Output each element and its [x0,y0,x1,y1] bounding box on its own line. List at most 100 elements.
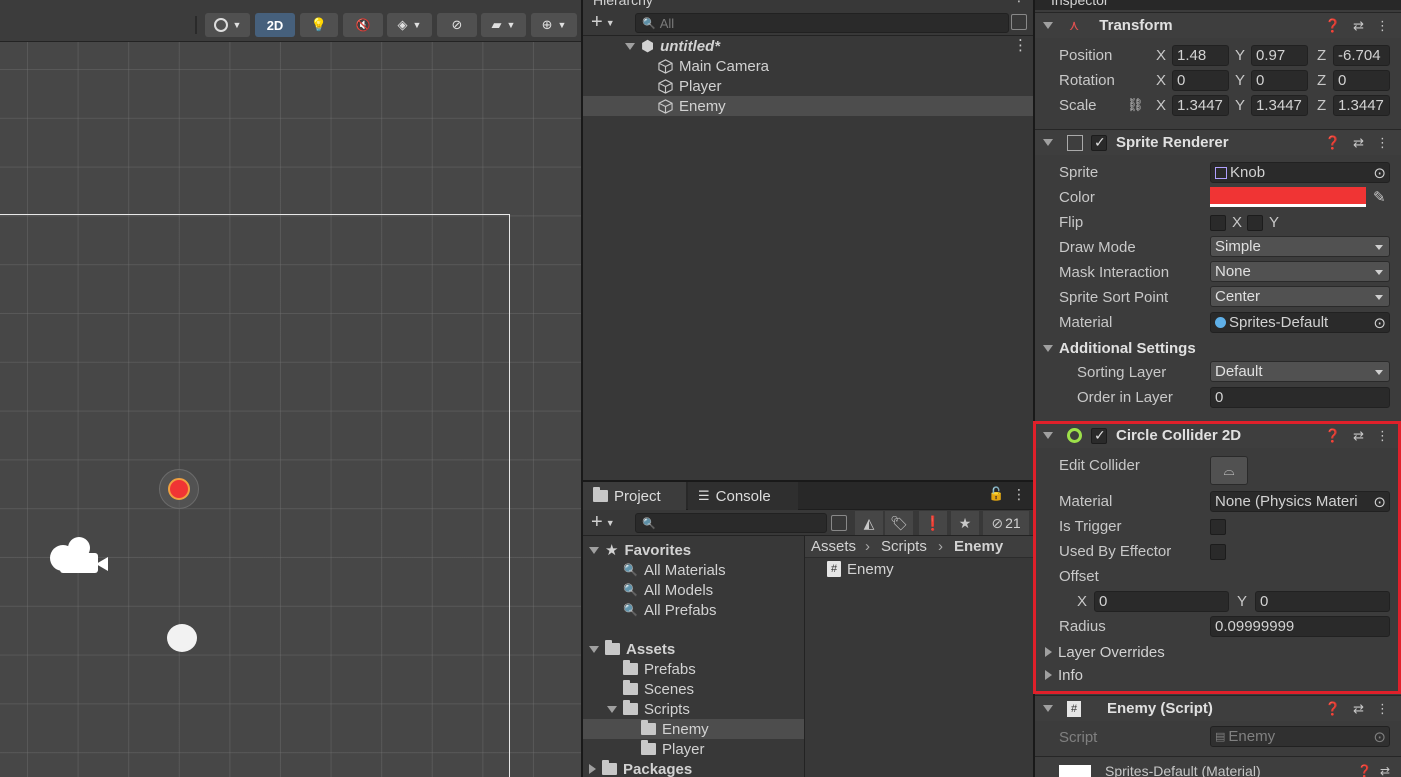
search-options-icon[interactable] [1011,14,1027,30]
create-asset-button[interactable]: + ▼ [591,511,615,534]
add-object-button[interactable]: + ▼ [591,11,615,34]
kebab-menu-icon[interactable]: ⋮ [1012,0,1026,5]
kebab-menu-icon[interactable]: ⋮ [1376,135,1389,151]
breadcrumb-scripts[interactable]: Scripts [881,538,927,555]
camera-settings-button[interactable]: ▰ ▼ [481,13,526,37]
scale-y-field[interactable]: 1.3447 [1251,95,1308,116]
transform-header[interactable]: ⋏ Transform ❓ ⇄ ⋮ [1035,12,1401,38]
axis-z-label: Z [1317,72,1327,89]
lighting-toggle[interactable]: 💡 [300,13,338,37]
sorting-layer-dropdown[interactable]: Default [1210,361,1390,382]
help-icon[interactable]: ❓ [1357,764,1372,777]
tree-divider[interactable] [804,536,805,777]
favorite-all-models[interactable]: 🔍 All Models [623,580,713,600]
rotation-z-field[interactable]: 0 [1333,70,1390,91]
tab-project[interactable]: Project [583,482,686,510]
script-label: Script [1059,729,1098,746]
hidden-packages-button[interactable]: ⊘ 21 [983,511,1029,535]
tab-console[interactable]: ☰ Console [688,482,798,510]
scale-x-field[interactable]: 1.3447 [1172,95,1229,116]
color-swatch[interactable] [1210,187,1366,207]
presets-icon[interactable]: ⇄ [1353,135,1364,151]
scale-z-field[interactable]: 1.3447 [1333,95,1390,116]
folder-player[interactable]: Player [641,739,705,759]
effects-button[interactable]: ◈ ▼ [387,13,432,37]
breadcrumb-enemy[interactable]: Enemy [954,538,1003,555]
enemy-sprite[interactable] [168,478,190,500]
kebab-menu-icon[interactable]: ⋮ [1376,701,1389,717]
scene-visibility-toggle[interactable]: ⊘ [437,13,477,37]
constrain-proportions-icon[interactable]: ⛓ [1127,97,1144,113]
position-y-field[interactable]: 0.97 [1251,45,1308,66]
object-picker-icon[interactable]: ⊙ [1373,314,1386,332]
material-preview [1059,765,1091,777]
gizmos-button[interactable]: ⊕ ▼ [531,13,577,37]
shading-mode-button[interactable]: ▼ [205,13,250,37]
scene-grid[interactable] [0,42,581,777]
folder-prefabs[interactable]: Prefabs [623,659,696,679]
folder-scenes[interactable]: Scenes [623,679,694,699]
favorite-all-prefabs[interactable]: 🔍 All Prefabs [623,600,717,620]
camera-gizmo-icon[interactable] [50,537,108,577]
filter-by-type-button[interactable]: ◭ [855,511,883,535]
mask-interaction-dropdown[interactable]: None [1210,261,1390,282]
scene-view[interactable]: ▼ 2D 💡 🔇 ◈ ▼ ⊘ ▰ ▼ ⊕ ▼ [0,0,581,777]
material-footer[interactable]: Sprites-Default (Material) ❓ ⇄ [1035,756,1401,777]
kebab-menu-icon[interactable]: ⋮ [1376,18,1389,34]
favorites-header[interactable]: ★ Favorites [589,540,691,560]
audio-mute-icon: 🔇 [355,18,371,32]
material-field[interactable]: Sprites-Default ⊙ [1210,312,1390,333]
inspector-tab[interactable]: Inspector [1051,0,1109,8]
help-icon[interactable]: ❓ [1325,135,1341,151]
chevron-down-icon: ▼ [506,20,516,30]
expand-arrow-icon [607,705,617,713]
project-search-input[interactable]: 🔍 [635,513,827,533]
position-x-field[interactable]: 1.48 [1172,45,1229,66]
flip-x-checkbox[interactable] [1210,215,1226,231]
kebab-menu-icon[interactable]: ⋮ [1012,486,1026,503]
hierarchy-item-player[interactable]: Player [658,76,1033,96]
kebab-menu-icon[interactable]: ⋮ [1013,36,1028,54]
filter-by-log-button[interactable]: ❗ [919,511,947,535]
flip-y-checkbox[interactable] [1247,215,1263,231]
assets-header[interactable]: Assets [589,639,675,659]
enemy-script-header[interactable]: # Enemy (Script) ❓ ⇄ ⋮ [1035,695,1401,721]
2d-mode-toggle[interactable]: 2D [255,13,295,37]
presets-icon[interactable]: ⇄ [1353,701,1364,717]
scene-toolbar: ▼ 2D 💡 🔇 ◈ ▼ ⊘ ▰ ▼ ⊕ ▼ [0,0,581,42]
scene-root-item[interactable]: ⬢ untitled* ⋮ [625,36,1033,56]
sort-point-dropdown[interactable]: Center [1210,286,1390,307]
presets-icon[interactable]: ⇄ [1380,764,1390,777]
folder-scripts[interactable]: Scripts [607,699,690,719]
object-picker-icon[interactable]: ⊙ [1373,164,1386,182]
breadcrumb-assets[interactable]: Assets [811,538,856,555]
sprite-renderer-enabled-checkbox[interactable] [1091,134,1107,151]
hierarchy-tab[interactable]: Hierarchy [593,0,653,8]
audio-toggle[interactable]: 🔇 [343,13,383,37]
lock-icon[interactable]: 🔓 [988,486,1004,502]
help-icon[interactable]: ❓ [1325,701,1341,717]
folder-enemy[interactable]: Enemy [583,719,804,739]
additional-settings-foldout[interactable]: Additional Settings [1043,338,1196,358]
help-icon[interactable]: ❓ [1325,18,1341,34]
filter-by-label-button[interactable]: 🏷 [885,511,913,535]
enemy-sprite-outline[interactable] [159,469,199,509]
hierarchy-search-input[interactable]: 🔍 All [635,13,1009,33]
packages-header[interactable]: Packages [589,759,692,777]
eyedropper-icon[interactable]: ✎ [1373,188,1386,206]
rotation-y-field[interactable]: 0 [1251,70,1308,91]
rotation-x-field[interactable]: 0 [1172,70,1229,91]
hierarchy-item-enemy[interactable]: Enemy [583,96,1033,116]
presets-icon[interactable]: ⇄ [1353,18,1364,34]
sprite-field[interactable]: Knob ⊙ [1210,162,1390,183]
hierarchy-item-main-camera[interactable]: Main Camera [658,56,1033,76]
file-item[interactable]: # Enemy [827,559,894,579]
favorite-all-materials[interactable]: 🔍 All Materials [623,560,726,580]
order-in-layer-field[interactable]: 0 [1210,387,1390,408]
position-z-field[interactable]: -6.704 [1333,45,1390,66]
save-search-button[interactable]: ★ [951,511,979,535]
draw-mode-dropdown[interactable]: Simple [1210,236,1390,257]
player-sprite[interactable] [167,624,197,652]
search-options-icon[interactable] [831,515,847,531]
sprite-renderer-header[interactable]: Sprite Renderer ❓⇄⋮ [1035,129,1401,155]
